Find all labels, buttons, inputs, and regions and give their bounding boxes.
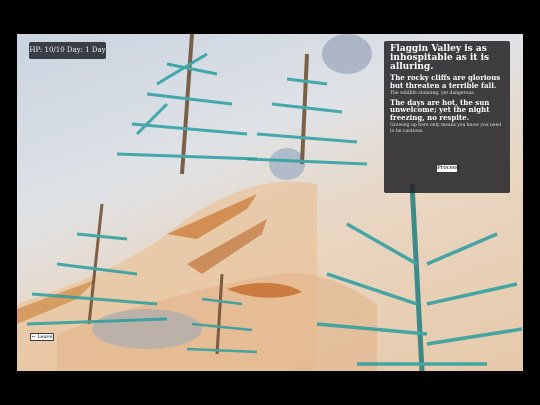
panel-title: Flaggin Valley is as inhospitable as it … <box>390 44 490 72</box>
panel-line-cliffs: The rocky cliffs are glorious but threat… <box>390 73 501 90</box>
panel-line-days: The days are hot, the sun unwelcome; yet… <box>390 97 490 122</box>
proceed-button[interactable]: Proceed <box>436 164 460 173</box>
hud-status: HP: 10/10 Day: 1 Day <box>29 42 106 59</box>
story-panel: Flaggin Valley is as inhospitable as it … <box>384 41 510 193</box>
hud-status-text: HP: 10/10 Day: 1 Day <box>29 46 106 54</box>
leave-button[interactable]: ← Leave <box>30 333 54 341</box>
panel-line-wildlife: The wildlife stunning, yet dangerous. <box>390 91 476 96</box>
panel-line-caution: Growing up here only means you know you … <box>390 123 502 134</box>
